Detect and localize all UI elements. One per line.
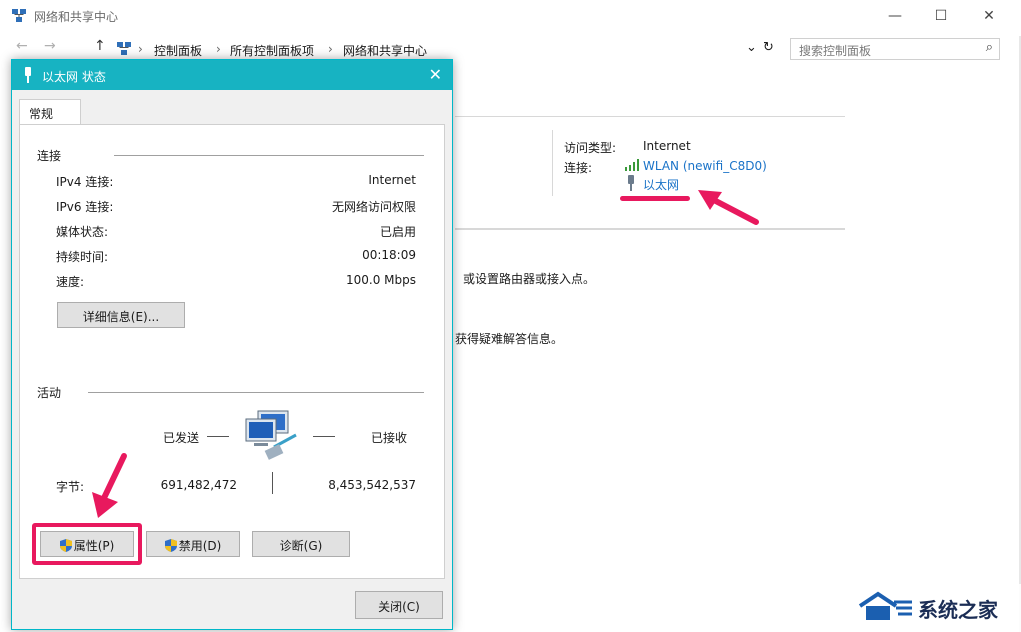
ipv6-value: 无网络访问权限 bbox=[331, 200, 416, 214]
active-network-panel bbox=[455, 116, 845, 230]
connection-label: 连接: bbox=[564, 161, 593, 175]
dialog-close-icon[interactable]: ✕ bbox=[429, 65, 442, 84]
diagnose-button-label: 诊断(G) bbox=[279, 539, 323, 553]
forward-arrow-icon[interactable]: → bbox=[44, 38, 56, 54]
tab-label: 常规 bbox=[29, 107, 54, 121]
address-bar[interactable]: › 控制面板 › 所有控制面板项 › 网络和共享中心 ⌄ ↻ bbox=[112, 38, 780, 60]
breadcrumb-separator: › bbox=[138, 42, 143, 56]
up-arrow-icon[interactable]: ↑ bbox=[94, 38, 106, 54]
breadcrumb-control-panel[interactable]: 控制面板 bbox=[154, 42, 202, 59]
bytes-received-value: 8,453,542,537 bbox=[328, 478, 416, 492]
network-icon bbox=[12, 9, 26, 22]
details-button-label: 详细信息(E)... bbox=[82, 310, 160, 324]
maximize-button[interactable]: ☐ bbox=[918, 4, 964, 28]
activity-section-title: 活动 bbox=[37, 386, 62, 400]
close-window-button[interactable]: ✕ bbox=[966, 4, 1012, 28]
ipv4-value: Internet bbox=[368, 173, 416, 187]
general-tab-panel: 连接 IPv4 连接: Internet IPv6 连接: 无网络访问权限 媒体… bbox=[19, 124, 445, 579]
network-computers-icon bbox=[245, 410, 297, 460]
wifi-signal-icon bbox=[625, 159, 639, 171]
back-arrow-icon[interactable]: ← bbox=[16, 38, 28, 54]
ethernet-connection-link[interactable]: 以太网 bbox=[643, 176, 679, 193]
media-state-value: 已启用 bbox=[379, 225, 416, 239]
search-placeholder: 搜索控制面板 bbox=[799, 44, 872, 58]
house-logo-icon bbox=[858, 591, 912, 620]
address-dropdown-icon[interactable]: ⌄ bbox=[746, 40, 757, 55]
ethernet-plug-icon bbox=[628, 175, 634, 191]
disable-button[interactable]: 禁用(D) bbox=[146, 531, 240, 557]
highlight-box bbox=[32, 523, 142, 565]
annotation-arrow-icon bbox=[698, 190, 759, 225]
divider bbox=[552, 130, 553, 196]
watermark-text: 系统之家 bbox=[918, 598, 998, 622]
watermark: 系统之家 bbox=[850, 584, 1021, 632]
dialog-title: 以太网 状态 bbox=[42, 70, 106, 84]
setup-router-text: 或设置路由器或接入点。 bbox=[463, 272, 596, 286]
search-icon[interactable]: ⌕ bbox=[986, 40, 993, 55]
bytes-label: 字节: bbox=[56, 480, 85, 494]
received-label: 已接收 bbox=[371, 431, 408, 445]
minimize-button[interactable]: — bbox=[872, 4, 918, 28]
highlight-underline bbox=[620, 196, 690, 201]
bytes-divider bbox=[272, 472, 273, 494]
close-dialog-button[interactable]: 关闭(C) bbox=[355, 591, 443, 619]
network-icon bbox=[117, 42, 131, 55]
wlan-connection-link[interactable]: WLAN (newifi_C8D0) bbox=[643, 159, 767, 173]
search-input[interactable]: 搜索控制面板 ⌕ bbox=[790, 38, 1000, 60]
bytes-sent-value: 691,482,472 bbox=[160, 478, 237, 492]
annotation-arrow-icon bbox=[92, 453, 127, 518]
speed-label: 速度: bbox=[56, 275, 85, 289]
duration-value: 00:18:09 bbox=[362, 248, 416, 262]
media-state-label: 媒体状态: bbox=[56, 225, 109, 239]
window-titlebar: 网络和共享中心 — ☐ ✕ bbox=[0, 0, 1021, 32]
breadcrumb-separator: › bbox=[216, 42, 221, 56]
refresh-icon[interactable]: ↻ bbox=[763, 40, 774, 55]
access-type-value: Internet bbox=[643, 139, 691, 153]
dialog-titlebar: 以太网 状态 ✕ bbox=[12, 60, 452, 90]
section-divider bbox=[88, 392, 424, 393]
breadcrumb-network-center[interactable]: 网络和共享中心 bbox=[343, 42, 427, 59]
close-dialog-button-label: 关闭(C) bbox=[378, 600, 420, 614]
breadcrumb-separator: › bbox=[328, 42, 333, 56]
sent-line bbox=[207, 436, 229, 437]
ipv4-label: IPv4 连接: bbox=[56, 175, 114, 189]
divider bbox=[455, 228, 845, 229]
ipv6-label: IPv6 连接: bbox=[56, 200, 114, 214]
troubleshoot-text: 获得疑难解答信息。 bbox=[455, 332, 564, 346]
received-line bbox=[313, 436, 335, 437]
sent-label: 已发送 bbox=[163, 431, 200, 445]
disable-button-label: 禁用(D) bbox=[178, 539, 222, 553]
section-divider bbox=[114, 155, 424, 156]
ethernet-status-dialog: 以太网 状态 ✕ 常规 连接 IPv4 连接: Internet IPv6 连接… bbox=[11, 59, 453, 630]
details-button[interactable]: 详细信息(E)... bbox=[57, 302, 185, 328]
tab-general[interactable]: 常规 bbox=[19, 99, 81, 125]
breadcrumb-all-items[interactable]: 所有控制面板项 bbox=[230, 42, 314, 59]
window-title: 网络和共享中心 bbox=[34, 10, 119, 24]
uac-shield-icon bbox=[164, 539, 177, 552]
duration-label: 持续时间: bbox=[56, 250, 109, 264]
ethernet-plug-icon bbox=[25, 67, 31, 83]
connection-section-title: 连接 bbox=[37, 149, 62, 163]
speed-value: 100.0 Mbps bbox=[345, 273, 416, 287]
access-type-label: 访问类型: bbox=[564, 141, 617, 155]
diagnose-button[interactable]: 诊断(G) bbox=[252, 531, 350, 557]
